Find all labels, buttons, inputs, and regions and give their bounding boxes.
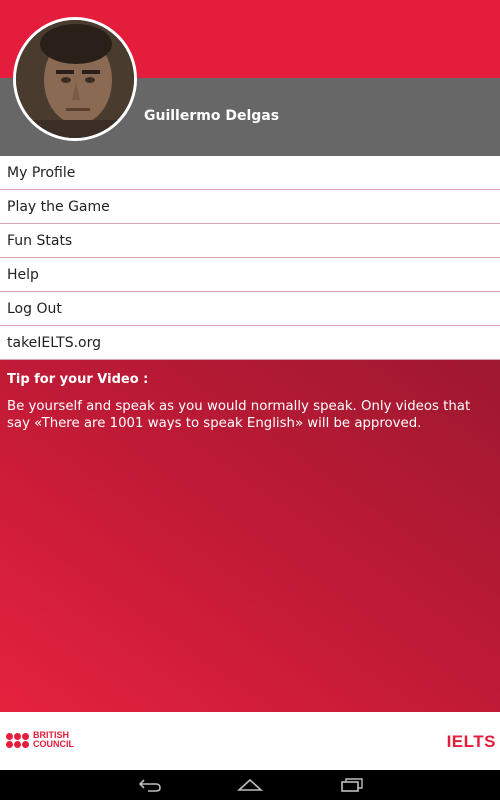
british-council-line2: COUNCIL (33, 739, 74, 749)
tip-body: Be yourself and speak as you would norma… (7, 399, 471, 431)
tip-title: Tip for your Video : (7, 372, 149, 387)
tip-panel: Tip for your Video : Be yourself and spe… (0, 360, 500, 712)
avatar[interactable] (13, 17, 137, 141)
british-council-text: BRITISH COUNCIL (33, 731, 74, 749)
menu-item-fun-stats[interactable]: Fun Stats (0, 224, 500, 258)
system-navbar (0, 770, 500, 800)
menu-item-take-ielts[interactable]: takeIELTS.org (0, 326, 500, 360)
recent-apps-icon[interactable] (337, 775, 367, 795)
menu-item-my-profile[interactable]: My Profile (0, 156, 500, 190)
british-council-logo[interactable]: BRITISH COUNCIL (6, 731, 74, 749)
menu-item-log-out[interactable]: Log Out (0, 292, 500, 326)
back-icon[interactable] (135, 775, 165, 795)
ielts-logo[interactable]: IELTS (447, 732, 496, 752)
british-council-dots-icon (6, 732, 29, 748)
nav-menu: My Profile Play the Game Fun Stats Help … (0, 156, 500, 360)
profile-header: Guillermo Delgas (0, 0, 500, 156)
menu-item-play-the-game[interactable]: Play the Game (0, 190, 500, 224)
user-name: Guillermo Delgas (144, 108, 280, 124)
home-icon[interactable] (235, 775, 265, 795)
footer: BRITISH COUNCIL IELTS (0, 712, 500, 770)
menu-item-help[interactable]: Help (0, 258, 500, 292)
